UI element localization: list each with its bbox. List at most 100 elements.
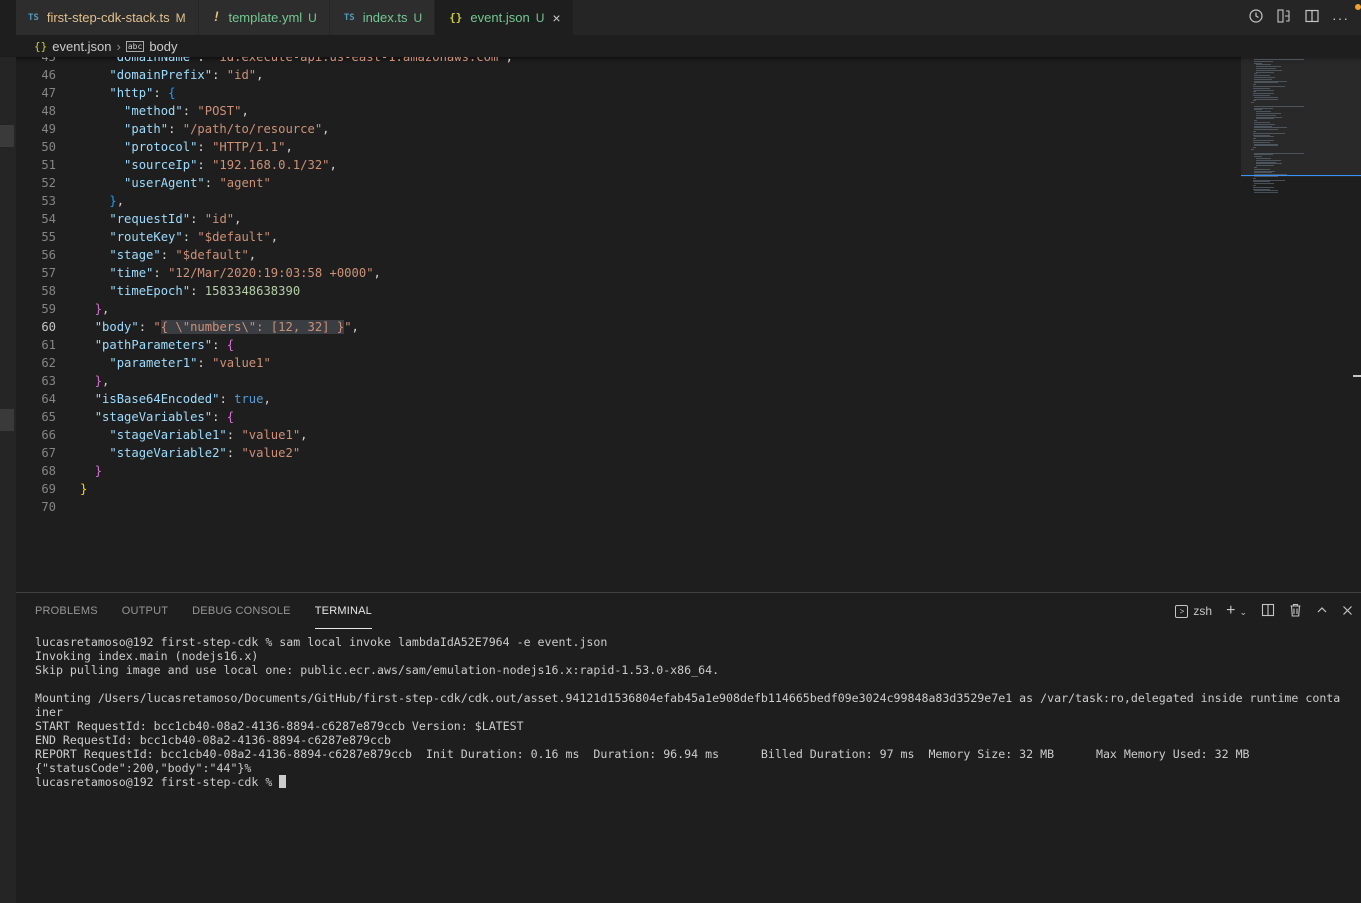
terminal-line: END RequestId: bcc1cb40-08a2-4136-8894-c… <box>35 733 391 747</box>
tab-index-ts[interactable]: TS index.ts U <box>329 0 436 35</box>
code-token: : <box>226 446 242 460</box>
code-line[interactable]: 60 "body": "{ \"numbers\": [12, 32] }", <box>16 318 1231 336</box>
code-line[interactable]: 56 "stage": "$default", <box>16 246 1231 264</box>
code-line[interactable]: 61 "pathParameters": { <box>16 336 1231 354</box>
compare-changes-icon[interactable] <box>1276 8 1292 27</box>
code-token: : <box>160 248 176 262</box>
code-line[interactable]: 45 "domainName": "id.execute-api.us-east… <box>16 57 1231 66</box>
line-text: "routeKey": "$default", <box>56 228 278 246</box>
code-token: "stageVariable1" <box>109 428 227 442</box>
code-token: "value1" <box>212 356 271 370</box>
minimap-line <box>1254 89 1274 91</box>
code-token: : <box>197 356 213 370</box>
git-status-badge: U <box>413 10 423 25</box>
line-number: 58 <box>41 284 56 298</box>
code-token: "http" <box>109 86 154 100</box>
terminal-line: lucasretamoso@192 first-step-cdk % sam l… <box>35 635 608 649</box>
breadcrumb-file[interactable]: event.json <box>52 39 111 54</box>
terminal-prompt[interactable]: lucasretamoso@192 first-step-cdk % <box>35 775 1355 789</box>
line-number: 52 <box>41 176 56 190</box>
line-text: "stageVariable2": "value2" <box>56 444 300 462</box>
code-token: : <box>138 320 154 334</box>
tab-first-step-cdk-stack[interactable]: TS first-step-cdk-stack.ts M <box>16 0 199 35</box>
line-text: }, <box>56 372 110 390</box>
json-file-icon: {} <box>34 39 48 53</box>
minimap[interactable] <box>1241 57 1361 592</box>
tab-terminal[interactable]: TERMINAL <box>314 593 372 629</box>
code-line[interactable]: 62 "parameter1": "value1" <box>16 354 1231 372</box>
line-text: "isBase64Encoded": true, <box>56 390 271 408</box>
code-line[interactable]: 59 }, <box>16 300 1231 318</box>
activity-strip <box>0 57 16 903</box>
code-line[interactable]: 48 "method": "POST", <box>16 102 1231 120</box>
code-line[interactable]: 69} <box>16 480 1231 498</box>
code-token: : <box>197 140 213 154</box>
chevron-down-icon[interactable]: ⌄ <box>1239 607 1247 617</box>
tab-output[interactable]: OUTPUT <box>122 593 168 629</box>
code-editor[interactable]: 45 "domainName": "id.execute-api.us-east… <box>16 57 1361 592</box>
tab-label: first-step-cdk-stack.ts <box>46 10 170 25</box>
line-number: 70 <box>41 500 56 514</box>
code-line[interactable]: 52 "userAgent": "agent" <box>16 174 1231 192</box>
new-terminal-icon[interactable]: + ⌄ <box>1226 602 1247 620</box>
code-token: "stageVariables" <box>94 410 213 424</box>
code-line[interactable]: 54 "requestId": "id", <box>16 210 1231 228</box>
trash-icon[interactable] <box>1289 603 1302 620</box>
maximize-panel-icon[interactable] <box>1316 604 1328 619</box>
code-token: , <box>505 57 513 64</box>
tab-template-yml[interactable]: ! template.yml U <box>198 0 330 35</box>
tab-event-json[interactable]: {} event.json U × <box>435 0 574 35</box>
terminal-output[interactable]: lucasretamoso@192 first-step-cdk % sam l… <box>35 635 1355 789</box>
code-line[interactable]: 55 "routeKey": "$default", <box>16 228 1231 246</box>
split-editor-icon[interactable] <box>1304 8 1320 27</box>
code-token: "path" <box>124 122 169 136</box>
code-lines[interactable]: 45 "domainName": "id.execute-api.us-east… <box>16 57 1231 516</box>
code-token: "$default" <box>197 230 271 244</box>
close-icon[interactable]: × <box>552 10 560 26</box>
code-line[interactable]: 46 "domainPrefix": "id", <box>16 66 1231 84</box>
code-line[interactable]: 58 "timeEpoch": 1583348638390 <box>16 282 1231 300</box>
scrollbar-marker[interactable] <box>1353 375 1361 377</box>
typescript-file-icon: TS <box>343 12 355 23</box>
line-text: "timeEpoch": 1583348638390 <box>56 282 300 300</box>
terminal-shell-selector[interactable]: > zsh <box>1175 604 1212 618</box>
line-number: 53 <box>41 194 56 208</box>
timeline-icon[interactable] <box>1248 8 1264 27</box>
code-token: : <box>204 176 220 190</box>
code-line[interactable]: 51 "sourceIp": "192.168.0.1/32", <box>16 156 1231 174</box>
code-line[interactable]: 57 "time": "12/Mar/2020:19:03:58 +0000", <box>16 264 1231 282</box>
code-line[interactable]: 67 "stageVariable2": "value2" <box>16 444 1231 462</box>
breadcrumb-symbol[interactable]: body <box>149 39 177 54</box>
code-line[interactable]: 49 "path": "/path/to/resource", <box>16 120 1231 138</box>
code-line[interactable]: 63 }, <box>16 372 1231 390</box>
tab-label: event.json <box>470 10 530 25</box>
code-line[interactable]: 66 "stageVariable1": "value1", <box>16 426 1231 444</box>
terminal-line: REPORT RequestId: bcc1cb40-08a2-4136-889… <box>35 747 1250 761</box>
code-token: , <box>263 392 271 406</box>
code-token: } <box>80 482 88 496</box>
more-actions-icon[interactable]: ··· <box>1332 10 1349 26</box>
code-line[interactable]: 65 "stageVariables": { <box>16 408 1231 426</box>
code-line[interactable]: 70 <box>16 498 1231 516</box>
close-panel-icon[interactable] <box>1342 604 1353 619</box>
split-terminal-icon[interactable] <box>1261 603 1275 620</box>
code-token: : <box>182 230 198 244</box>
code-line[interactable]: 53 }, <box>16 192 1231 210</box>
tab-debug-console[interactable]: DEBUG CONSOLE <box>192 593 291 629</box>
code-line[interactable]: 47 "http": { <box>16 84 1231 102</box>
code-line[interactable]: 64 "isBase64Encoded": true, <box>16 390 1231 408</box>
tab-problems[interactable]: PROBLEMS <box>35 593 98 629</box>
code-line[interactable]: 68 } <box>16 462 1231 480</box>
minimap-line <box>1254 82 1278 84</box>
code-line[interactable]: 50 "protocol": "HTTP/1.1", <box>16 138 1231 156</box>
line-number: 65 <box>41 410 56 424</box>
code-token: : <box>190 212 205 226</box>
line-number: 48 <box>41 104 56 118</box>
